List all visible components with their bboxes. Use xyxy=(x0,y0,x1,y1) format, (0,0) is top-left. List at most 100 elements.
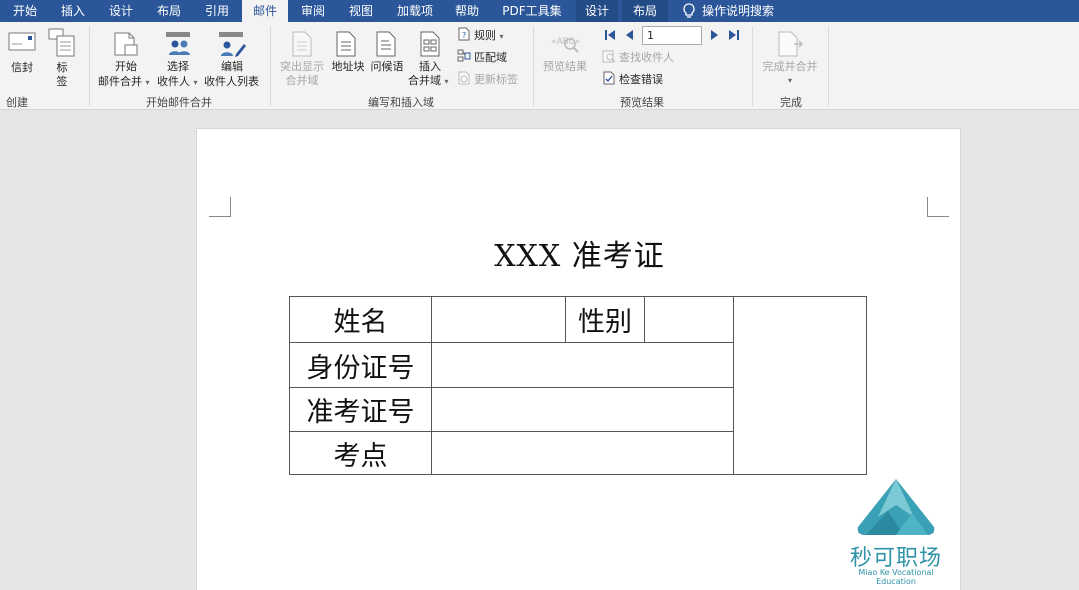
dropdown-arrow-icon: ▾ xyxy=(444,77,449,86)
edit-recipient-list-icon[interactable] xyxy=(218,30,248,58)
last-record-icon[interactable] xyxy=(728,29,740,41)
dropdown-arrow-icon: ▾ xyxy=(787,76,792,85)
match-fields-button[interactable]: 匹配域 xyxy=(474,51,507,64)
next-record-icon[interactable] xyxy=(710,29,720,41)
group-finish-label: 完成 xyxy=(780,96,802,109)
envelopes-button[interactable]: 信封 xyxy=(6,61,38,74)
admission-ticket-table[interactable]: 姓名 性别 身份证号 准考证号 考点 xyxy=(289,296,867,475)
tab-addins[interactable]: 加载项 xyxy=(388,0,442,22)
ribbon: 信封 标 签 创建 开始 邮件合并 ▾ 选择 收件人 ▾ 编辑 收件人列表 开始… xyxy=(0,22,1079,110)
mountain-logo-icon xyxy=(857,479,935,535)
highlight-merge-fields-line2[interactable]: 合并域 xyxy=(278,74,326,87)
id-number-value-cell[interactable] xyxy=(431,342,734,388)
find-recipient-icon[interactable] xyxy=(602,50,616,64)
edit-recipient-list-line1[interactable]: 编辑 xyxy=(214,60,250,73)
address-block-icon[interactable] xyxy=(334,30,358,58)
highlight-merge-fields-line1[interactable]: 突出显示 xyxy=(278,60,326,73)
labels-icon[interactable] xyxy=(48,28,76,58)
check-errors-icon[interactable] xyxy=(602,71,616,85)
watermark-logo: 秒可职场 Miao Ke Vocational Education xyxy=(838,477,954,586)
insert-merge-field-icon[interactable] xyxy=(418,30,442,58)
tab-table-layout[interactable]: 布局 xyxy=(622,0,668,22)
preview-results-button[interactable]: 预览结果 xyxy=(540,60,590,73)
crop-mark xyxy=(209,197,231,217)
tab-mailings[interactable]: 邮件 xyxy=(242,0,288,22)
tab-home[interactable]: 开始 xyxy=(2,0,48,22)
document-workspace: XXX 准考证 姓名 性别 身份证号 准考证号 考点 秒可职场 Miao Ke … xyxy=(0,111,1079,590)
tab-view[interactable]: 视图 xyxy=(338,0,384,22)
mouse-cursor-icon xyxy=(1013,583,1021,590)
ticket-number-label-cell[interactable]: 准考证号 xyxy=(289,387,432,432)
labels-button-line2[interactable]: 签 xyxy=(50,75,74,88)
select-recipients-label: 收件人 xyxy=(157,75,190,88)
match-fields-icon[interactable] xyxy=(457,49,471,63)
edit-recipient-list-line2[interactable]: 收件人列表 xyxy=(204,75,259,88)
dropdown-arrow-icon: ▾ xyxy=(499,32,504,41)
group-separator xyxy=(752,26,753,106)
photo-cell[interactable] xyxy=(733,296,867,475)
highlight-merge-fields-icon[interactable] xyxy=(290,30,314,58)
tab-table-design[interactable]: 设计 xyxy=(576,0,618,22)
preview-results-icon[interactable]: «ABC» xyxy=(550,30,580,56)
ticket-number-value-cell[interactable] xyxy=(431,387,734,432)
record-number-input[interactable]: 1 xyxy=(642,26,702,45)
start-mail-merge-icon[interactable] xyxy=(112,30,140,58)
insert-merge-field-line2[interactable]: 合并域 ▾ xyxy=(408,74,449,88)
group-separator xyxy=(828,26,829,106)
ribbon-tab-bar: 开始 插入 设计 布局 引用 邮件 审阅 视图 加载项 帮助 PDF工具集 设计… xyxy=(0,0,1079,22)
envelope-icon[interactable] xyxy=(8,32,36,52)
gender-value-cell[interactable] xyxy=(644,296,734,343)
gender-label-cell[interactable]: 性别 xyxy=(565,296,645,343)
labels-button-line1[interactable]: 标 xyxy=(50,61,74,74)
find-recipient-button[interactable]: 查找收件人 xyxy=(619,51,674,64)
start-mail-merge-line2[interactable]: 邮件合并 ▾ xyxy=(98,75,150,89)
start-mail-merge-line1[interactable]: 开始 xyxy=(108,60,144,73)
greeting-line-icon[interactable] xyxy=(374,30,398,58)
group-start-merge-label: 开始邮件合并 xyxy=(146,96,212,109)
crop-mark xyxy=(927,197,949,217)
tab-design[interactable]: 设计 xyxy=(98,0,144,22)
tab-review[interactable]: 审阅 xyxy=(290,0,336,22)
tab-insert[interactable]: 插入 xyxy=(50,0,96,22)
finish-merge-icon[interactable] xyxy=(776,30,806,58)
tab-references[interactable]: 引用 xyxy=(194,0,240,22)
id-number-label-cell[interactable]: 身份证号 xyxy=(289,342,432,388)
svg-text:?: ? xyxy=(462,31,466,40)
rules-button[interactable]: 规则 ▾ xyxy=(474,29,504,43)
dropdown-arrow-icon: ▾ xyxy=(193,78,198,87)
name-value-cell[interactable] xyxy=(431,296,566,343)
tab-pdf-tools[interactable]: PDF工具集 xyxy=(494,0,570,22)
exam-site-label-cell[interactable]: 考点 xyxy=(289,431,432,475)
start-mail-merge-label: 邮件合并 xyxy=(98,75,142,88)
tell-me-search[interactable]: 操作说明搜索 xyxy=(702,0,782,22)
check-errors-button[interactable]: 检查错误 xyxy=(619,73,663,86)
document-title[interactable]: XXX 准考证 xyxy=(197,231,962,275)
group-preview-label: 预览结果 xyxy=(620,96,664,109)
first-record-icon[interactable] xyxy=(604,29,616,41)
address-block-button[interactable]: 地址块 xyxy=(329,60,367,73)
group-separator xyxy=(533,26,534,106)
exam-site-value-cell[interactable] xyxy=(431,431,734,475)
name-label-cell[interactable]: 姓名 xyxy=(289,296,432,343)
group-separator xyxy=(89,26,90,106)
update-labels-icon[interactable] xyxy=(457,71,471,85)
insert-merge-field-label: 合并域 xyxy=(408,74,441,87)
rules-label: 规则 xyxy=(474,29,496,42)
update-labels-button[interactable]: 更新标签 xyxy=(474,73,518,86)
group-separator xyxy=(270,26,271,106)
dropdown-arrow-icon: ▾ xyxy=(145,78,150,87)
select-recipients-icon[interactable] xyxy=(165,30,195,58)
group-write-insert-label: 编写和插入域 xyxy=(368,96,434,109)
select-recipients-line1[interactable]: 选择 xyxy=(160,60,196,73)
insert-merge-field-line1[interactable]: 插入 xyxy=(414,60,446,73)
select-recipients-line2[interactable]: 收件人 ▾ xyxy=(157,75,198,89)
watermark-subtitle: Miao Ke Vocational Education xyxy=(858,568,934,586)
greeting-line-button[interactable]: 问候语 xyxy=(368,60,406,73)
tab-layout[interactable]: 布局 xyxy=(146,0,192,22)
finish-merge-button[interactable]: 完成并合并 xyxy=(758,60,822,73)
group-create-label: 创建 xyxy=(6,96,28,109)
previous-record-icon[interactable] xyxy=(624,29,634,41)
tab-help[interactable]: 帮助 xyxy=(446,0,488,22)
rules-icon[interactable]: ? xyxy=(457,27,471,41)
lightbulb-icon xyxy=(682,2,696,20)
